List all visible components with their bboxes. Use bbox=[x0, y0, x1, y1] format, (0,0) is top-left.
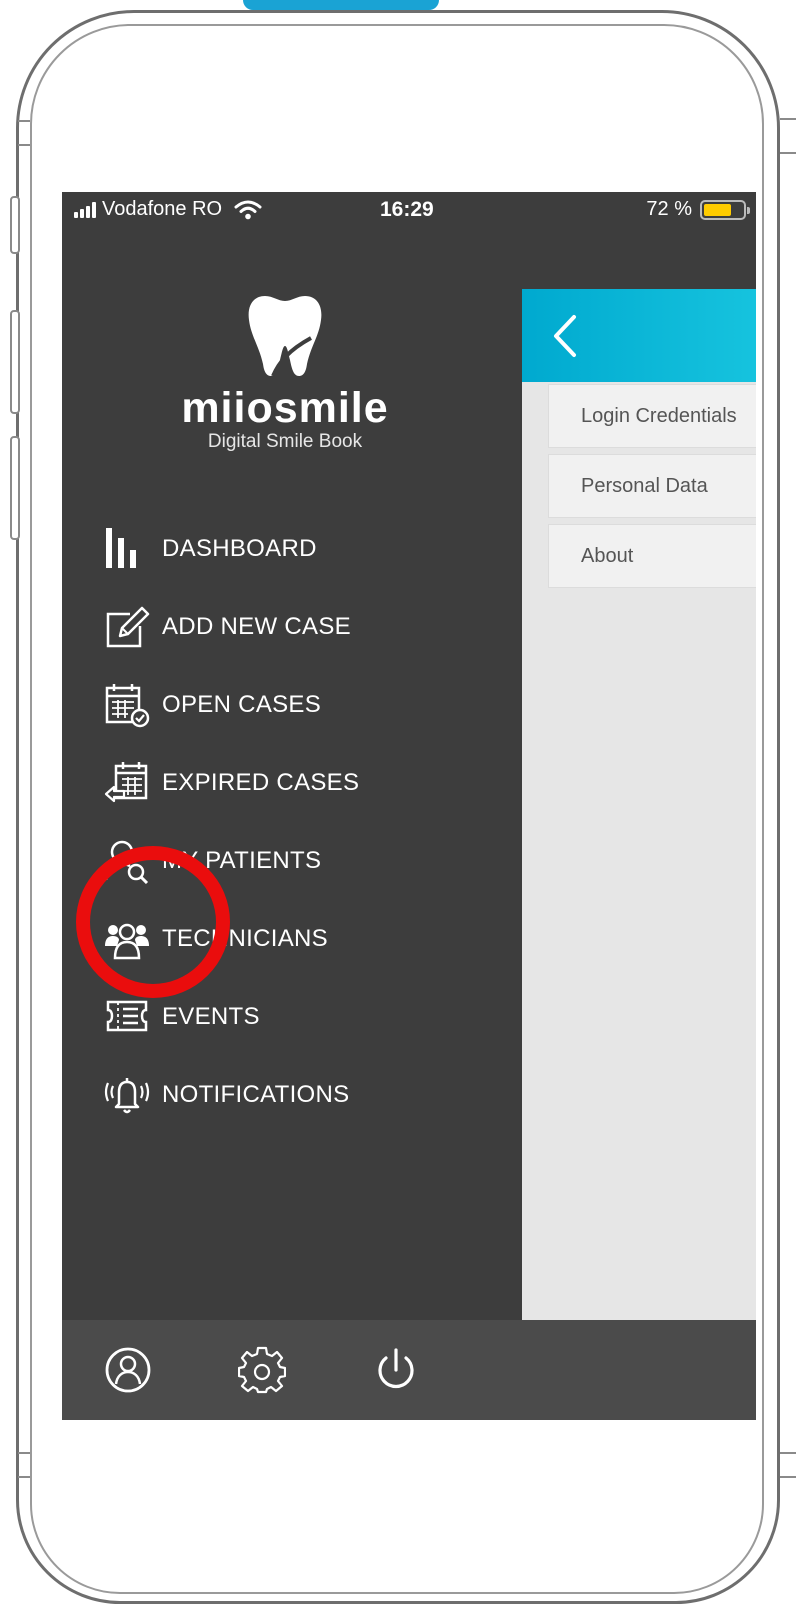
calendar-check-icon bbox=[105, 684, 150, 728]
phone-volume-up-button bbox=[10, 310, 20, 414]
status-right: 72 % bbox=[646, 198, 750, 221]
phone-antenna-line bbox=[18, 1452, 30, 1478]
app-screen: Vodafone RO 16:29 72 % miiosmile Digital… bbox=[62, 192, 756, 1420]
status-time: 16:29 bbox=[380, 198, 434, 221]
phone-antenna-line bbox=[18, 120, 30, 146]
calendar-back-icon bbox=[104, 762, 148, 803]
menu-item-expired-cases[interactable]: EXPIRED CASES bbox=[104, 744, 504, 822]
menu-label-add-new-case: ADD NEW CASE bbox=[162, 613, 351, 640]
panel-list: Login Credentials Personal Data About bbox=[522, 382, 756, 588]
menu-label-notifications: NOTIFICATIONS bbox=[162, 1081, 350, 1108]
profile-icon[interactable] bbox=[104, 1346, 152, 1394]
menu-label-expired-cases: EXPIRED CASES bbox=[162, 769, 360, 796]
battery-tip bbox=[747, 206, 750, 214]
battery-fill bbox=[704, 203, 732, 216]
panel-item-login-credentials[interactable]: Login Credentials bbox=[548, 384, 756, 448]
status-bar: Vodafone RO 16:29 72 % bbox=[62, 192, 756, 228]
ringing-bell-icon bbox=[104, 1078, 150, 1114]
signal-bars-icon bbox=[74, 201, 96, 218]
phone-antenna-line bbox=[780, 118, 796, 154]
gear-icon[interactable] bbox=[238, 1346, 286, 1394]
bottom-toolbar bbox=[62, 1320, 756, 1420]
status-left: Vodafone RO bbox=[74, 198, 262, 221]
phone-mute-switch bbox=[10, 196, 20, 254]
menu-item-dashboard[interactable]: DASHBOARD bbox=[104, 510, 504, 588]
carrier-name: Vodafone RO bbox=[102, 198, 223, 220]
phone-volume-down-button bbox=[10, 436, 20, 540]
highlight-circle bbox=[76, 846, 230, 998]
panel-header bbox=[522, 289, 756, 382]
brand-tagline: Digital Smile Book bbox=[207, 431, 363, 452]
edit-icon bbox=[106, 606, 150, 648]
battery-percent: 72 % bbox=[646, 198, 692, 220]
sidebar-menu: DASHBOARD ADD NEW CASE OPEN CASES EXPIRE… bbox=[104, 510, 504, 1134]
menu-item-open-cases[interactable]: OPEN CASES bbox=[104, 666, 504, 744]
menu-label-open-cases: OPEN CASES bbox=[162, 691, 322, 718]
brand-name: miiosmile bbox=[181, 384, 389, 432]
chevron-left-icon[interactable] bbox=[550, 313, 580, 359]
menu-item-notifications[interactable]: NOTIFICATIONS bbox=[104, 1056, 504, 1134]
menu-item-add-new-case[interactable]: ADD NEW CASE bbox=[104, 588, 504, 666]
settings-panel: Login Credentials Personal Data About bbox=[522, 289, 756, 1369]
phone-antenna-line bbox=[780, 1452, 796, 1478]
tooth-icon bbox=[248, 296, 322, 377]
menu-label-dashboard: DASHBOARD bbox=[162, 535, 317, 562]
bar-chart-icon bbox=[106, 528, 136, 568]
menu-label-events: EVENTS bbox=[162, 1003, 260, 1030]
ticket-list-icon bbox=[106, 1000, 148, 1032]
panel-item-about[interactable]: About bbox=[548, 524, 756, 588]
brand-logo: miiosmile Digital Smile Book bbox=[170, 292, 400, 453]
battery-icon bbox=[700, 199, 750, 220]
power-icon[interactable] bbox=[372, 1346, 420, 1394]
panel-item-personal-data[interactable]: Personal Data bbox=[548, 454, 756, 518]
wifi-icon bbox=[234, 200, 262, 219]
top-accent-bar bbox=[243, 0, 439, 10]
